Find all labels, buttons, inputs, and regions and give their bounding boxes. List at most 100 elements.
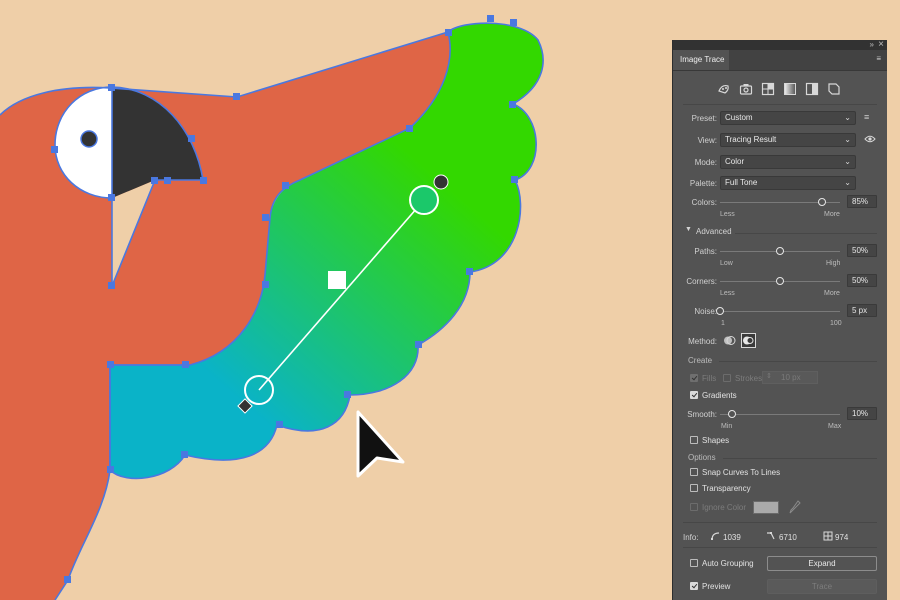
preset-label: Preset: [691, 114, 717, 123]
ignore-color-label: Ignore Color [702, 503, 747, 512]
colors-min-label: Less [720, 211, 735, 218]
paths-label: Paths: [694, 247, 717, 256]
chevron-down-icon: ⌄ [844, 157, 851, 166]
eye [80, 130, 98, 148]
paths-max-label: High [826, 260, 841, 267]
corners-value[interactable]: 50% [847, 274, 877, 287]
chevron-down-icon: ⌄ [844, 135, 851, 144]
collapse-panel-icon[interactable]: » [870, 40, 875, 49]
tab-image-trace[interactable]: Image Trace [673, 50, 729, 70]
outline-icon[interactable] [827, 82, 841, 96]
paths-value[interactable]: 50% [847, 244, 877, 257]
noise-slider-thumb[interactable] [716, 307, 724, 315]
fills-label: Fills [702, 374, 717, 383]
black-white-icon[interactable] [805, 82, 819, 96]
palette-value: Full Tone [725, 178, 758, 187]
panel-menu-icon[interactable]: ≡ [876, 54, 881, 63]
smooth-value[interactable]: 10% [847, 407, 877, 420]
eye-icon[interactable] [864, 134, 876, 144]
colors-label: Colors: [691, 198, 717, 207]
smooth-min-label: Min [721, 423, 733, 430]
divider [683, 547, 877, 548]
transparency-label: Transparency [702, 484, 751, 493]
gradient-end-stop [409, 185, 439, 215]
high-color-icon[interactable] [739, 82, 753, 96]
abutting-method-icon[interactable] [723, 334, 736, 347]
stepper-icon: ⇕ [766, 373, 772, 380]
smooth-max-label: Max [828, 423, 842, 430]
view-label: View: [697, 136, 717, 145]
overlapping-method-icon[interactable] [741, 333, 756, 348]
gradient-midpoint [328, 271, 346, 289]
panel-titlebar[interactable]: » × [673, 39, 887, 50]
view-value: Tracing Result [725, 135, 777, 144]
preview-label: Preview [702, 582, 731, 591]
colors-value[interactable]: 85% [847, 195, 877, 208]
disclosure-triangle-icon[interactable]: ▼ [685, 226, 692, 233]
paths-count: 1039 [723, 533, 741, 542]
colors-count: 974 [835, 533, 849, 542]
noise-label: Noise: [694, 307, 717, 316]
auto-grouping-label: Auto Grouping [702, 559, 754, 568]
method-label: Method: [688, 337, 717, 346]
close-panel-icon[interactable]: × [878, 39, 884, 50]
divider [719, 361, 877, 362]
noise-slider-track[interactable] [720, 311, 840, 312]
expand-button[interactable]: Expand [767, 556, 877, 571]
grayscale-icon[interactable] [783, 82, 797, 96]
shapes-label: Shapes [702, 436, 730, 445]
preset-dropdown[interactable]: Custom ⌄ [720, 111, 856, 125]
snap-curves-checkbox[interactable] [690, 468, 698, 476]
paths-slider-thumb[interactable] [776, 247, 784, 255]
transparency-checkbox[interactable] [690, 484, 698, 492]
noise-value[interactable]: 5 px [847, 304, 877, 317]
image-trace-panel: » × Image Trace ≡ Preset: Custom ⌄ ≡ View [673, 39, 887, 600]
smooth-label: Smooth: [687, 410, 717, 419]
divider [735, 233, 877, 234]
anchors-count-icon [766, 531, 776, 541]
view-dropdown[interactable]: Tracing Result ⌄ [720, 133, 856, 147]
low-color-icon[interactable] [761, 82, 775, 96]
stroke-width-value: 10 px [781, 373, 801, 382]
auto-color-icon[interactable] [717, 82, 731, 96]
paths-count-icon [710, 531, 720, 541]
corners-label: Corners: [686, 277, 717, 286]
mode-value: Color [725, 157, 745, 166]
trace-button[interactable]: Trace [767, 579, 877, 594]
mode-label: Mode: [694, 158, 717, 167]
anchors-count: 6710 [779, 533, 797, 542]
info-label: Info: [683, 533, 699, 542]
smooth-slider-thumb[interactable] [728, 410, 736, 418]
divider [723, 458, 877, 459]
ignore-color-checkbox[interactable] [690, 503, 698, 511]
eyedropper-icon[interactable] [789, 500, 801, 514]
preset-manager-icon[interactable]: ≡ [864, 112, 869, 122]
shapes-checkbox[interactable] [690, 436, 698, 444]
chevron-down-icon: ⌄ [844, 178, 851, 187]
corners-min-label: Less [720, 290, 735, 297]
chevron-down-icon: ⌄ [844, 113, 851, 122]
auto-grouping-checkbox[interactable] [690, 559, 698, 567]
panel-tab-row: Image Trace ≡ [673, 50, 887, 71]
stroke-width-field[interactable]: ⇕ 10 px [762, 371, 818, 384]
strokes-checkbox[interactable] [723, 374, 731, 382]
advanced-toggle[interactable]: Advanced [696, 227, 732, 236]
paths-min-label: Low [720, 260, 733, 267]
ignore-color-swatch[interactable] [753, 501, 779, 514]
strokes-label: Strokes [735, 374, 763, 383]
gradients-label: Gradients [702, 391, 737, 400]
cursor-icon [356, 410, 405, 478]
smooth-slider-track[interactable] [720, 414, 840, 415]
preset-value: Custom [725, 113, 753, 122]
preview-checkbox[interactable] [690, 582, 698, 590]
gradients-checkbox[interactable] [690, 391, 698, 399]
options-section-label: Options [688, 453, 716, 462]
corners-slider-thumb[interactable] [776, 277, 784, 285]
mode-dropdown[interactable]: Color ⌄ [720, 155, 856, 169]
colors-slider-thumb[interactable] [818, 198, 826, 206]
palette-dropdown[interactable]: Full Tone ⌄ [720, 176, 856, 190]
colors-max-label: More [824, 211, 840, 218]
fills-checkbox[interactable] [690, 374, 698, 382]
snap-curves-label: Snap Curves To Lines [702, 468, 781, 477]
divider [683, 104, 877, 105]
